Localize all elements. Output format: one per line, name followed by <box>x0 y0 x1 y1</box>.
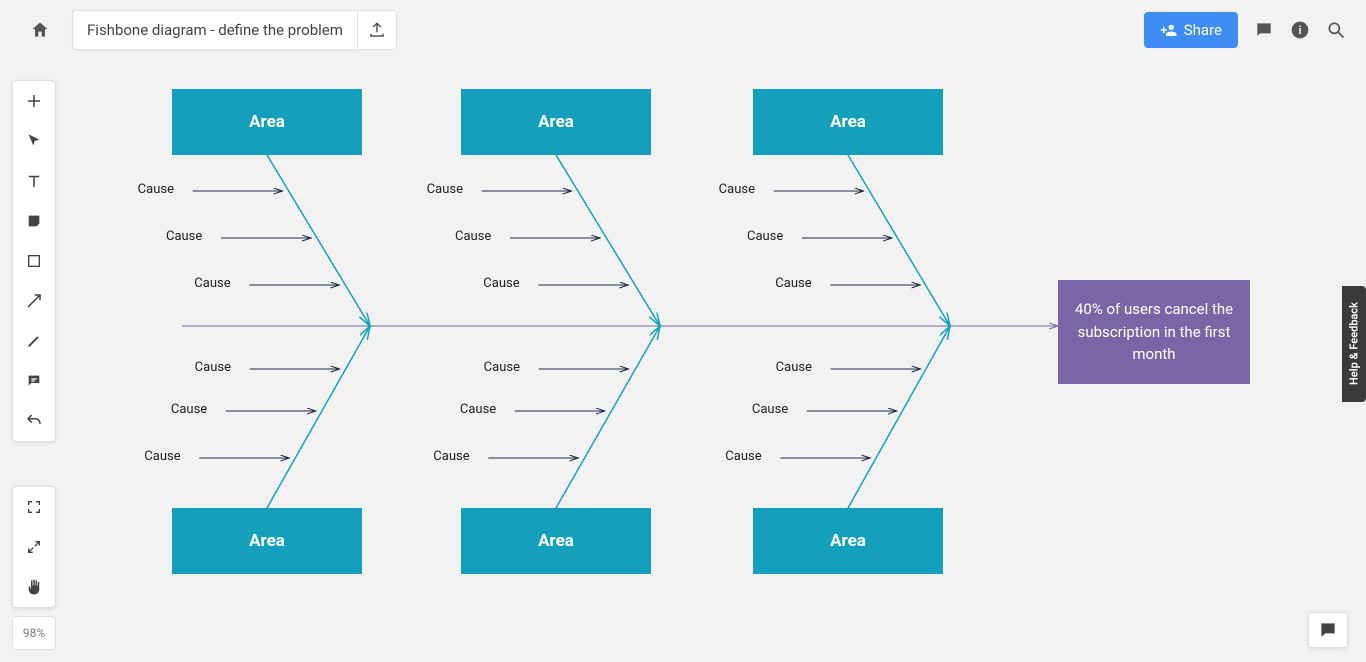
cause-label[interactable]: Cause <box>138 182 174 197</box>
cause-label[interactable]: Cause <box>775 276 811 291</box>
cause-label[interactable]: Cause <box>427 182 463 197</box>
area-box-top[interactable]: Area <box>753 89 943 155</box>
cause-label[interactable]: Cause <box>719 182 755 197</box>
cause-label[interactable]: Cause <box>460 402 496 417</box>
area-box-bottom[interactable]: Area <box>461 508 651 574</box>
cause-label[interactable]: Cause <box>166 229 202 244</box>
area-box-bottom[interactable]: Area <box>172 508 362 574</box>
cause-label[interactable]: Cause <box>194 276 230 291</box>
problem-box[interactable]: 40% of users cancel the subscription in … <box>1058 280 1250 384</box>
cause-label[interactable]: Cause <box>725 449 761 464</box>
cause-label[interactable]: Cause <box>484 360 520 375</box>
cause-label[interactable]: Cause <box>776 360 812 375</box>
area-box-bottom[interactable]: Area <box>753 508 943 574</box>
cause-label[interactable]: Cause <box>195 360 231 375</box>
cause-label[interactable]: Cause <box>433 449 469 464</box>
cause-label[interactable]: Cause <box>455 229 491 244</box>
cause-label[interactable]: Cause <box>144 449 180 464</box>
area-box-top[interactable]: Area <box>461 89 651 155</box>
cause-label[interactable]: Cause <box>752 402 788 417</box>
cause-label[interactable]: Cause <box>171 402 207 417</box>
area-box-top[interactable]: Area <box>172 89 362 155</box>
diagram-canvas: Area Area Cause Cause Cause Cause Cause Cause Ar… <box>0 0 1366 662</box>
cause-label[interactable]: Cause <box>483 276 519 291</box>
cause-label[interactable]: Cause <box>747 229 783 244</box>
